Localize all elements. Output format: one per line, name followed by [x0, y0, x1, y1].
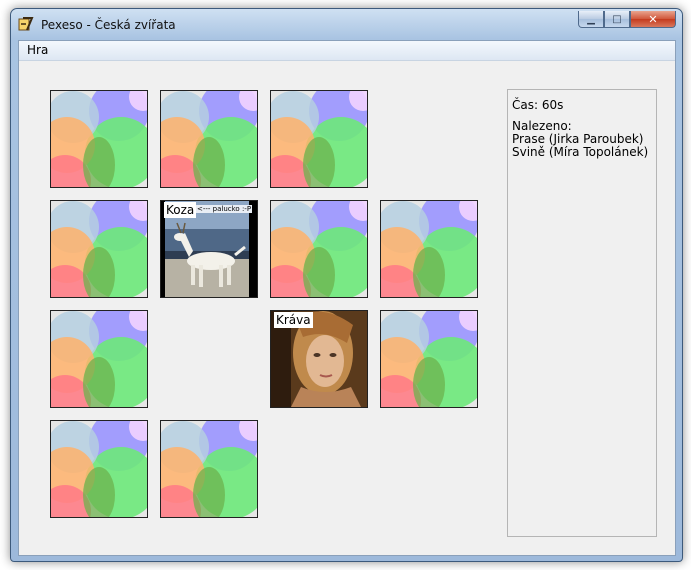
card-back-pattern	[271, 91, 367, 187]
window-controls: ▁ □ ✕	[578, 11, 676, 29]
card-back-pattern	[381, 201, 477, 297]
maximize-button[interactable]: □	[604, 11, 630, 28]
card-back-pattern	[51, 421, 147, 517]
card-hidden[interactable]	[50, 200, 148, 298]
card-label: Kráva	[274, 312, 313, 328]
card-back-pattern	[381, 311, 477, 407]
time-label: Čas: 60s	[512, 98, 564, 112]
card-hidden[interactable]	[50, 420, 148, 518]
card-back-pattern	[271, 201, 367, 297]
card-back-pattern	[51, 91, 147, 187]
card-hidden[interactable]	[50, 90, 148, 188]
minimize-icon: ▁	[587, 13, 595, 25]
title-bar[interactable]: Pexeso - Česká zvířata ▁ □ ✕	[11, 9, 682, 39]
close-icon: ✕	[648, 12, 658, 26]
card-back-pattern	[51, 311, 147, 407]
card-revealed[interactable]: Koza <--- palucko :-P	[160, 200, 258, 298]
app-icon	[18, 17, 34, 31]
card-caption: <--- palucko :-P	[196, 205, 253, 213]
status-panel: Čas: 60s Nalezeno: Prase (Jirka Paroubek…	[507, 89, 657, 537]
card-label: Koza	[164, 202, 197, 218]
card-revealed[interactable]: Kráva	[270, 310, 368, 408]
card-back-pattern	[51, 201, 147, 297]
card-hidden[interactable]	[160, 90, 258, 188]
window-title: Pexeso - Česká zvířata	[41, 18, 176, 32]
card-hidden[interactable]	[380, 310, 478, 408]
card-back-pattern	[161, 421, 257, 517]
card-back-pattern	[161, 91, 257, 187]
found-item: Svině (Míra Topolánek)	[512, 145, 649, 159]
client-area: Hra Koza <--- palucko :-P Kráva Čas: 60s N…	[18, 40, 676, 556]
card-hidden[interactable]	[160, 420, 258, 518]
card-hidden[interactable]	[50, 310, 148, 408]
app-window: Pexeso - Česká zvířata ▁ □ ✕ Hra Koza <--…	[10, 8, 683, 562]
card-hidden[interactable]	[380, 200, 478, 298]
menu-bar: Hra	[19, 41, 675, 61]
minimize-button[interactable]: ▁	[578, 11, 604, 28]
card-hidden[interactable]	[270, 200, 368, 298]
maximize-icon: □	[612, 13, 622, 25]
card-hidden[interactable]	[270, 90, 368, 188]
close-button[interactable]: ✕	[630, 11, 676, 28]
menu-game[interactable]: Hra	[25, 43, 50, 57]
